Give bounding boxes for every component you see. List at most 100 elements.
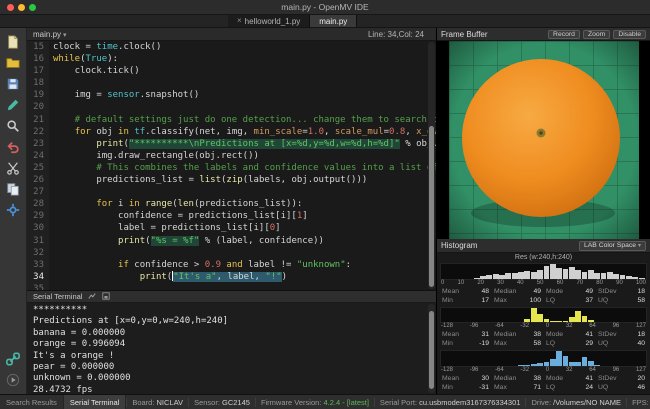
stat-uq: UQ58: [598, 296, 645, 305]
terminal-line: orange = 0.996094: [33, 339, 436, 350]
connect-icon[interactable]: [5, 350, 22, 367]
histogram-resolution: Res (w:240,h:240): [437, 253, 650, 262]
plot-icon[interactable]: [88, 292, 96, 302]
cut-icon[interactable]: [5, 159, 22, 176]
stat-mode: Mode49: [546, 287, 593, 296]
axis-ticks: -128-96-64-320326496127: [440, 367, 647, 374]
stat-uq: UQ46: [598, 383, 645, 392]
line-number: 17: [27, 65, 49, 77]
stat-median: Median49: [494, 287, 541, 296]
camera-frame-orange-on-green: [449, 41, 639, 239]
line-number: 23: [27, 138, 49, 150]
axis-ticks: 0102030405060708090100: [440, 280, 647, 287]
stat-min: Min17: [442, 296, 489, 305]
stat-stdev: StDev18: [598, 287, 645, 296]
stat-max: Max71: [494, 383, 541, 392]
line-number: 35: [27, 283, 49, 290]
code-line: predictions_list = list(zip(labels, obj.…: [53, 174, 436, 186]
status-board: Board: NICLAV: [126, 398, 188, 407]
serial-terminal-title: Serial Terminal: [33, 292, 82, 301]
histogram-plot-a: [440, 307, 647, 324]
status-firmware-version: Firmware Version: 4.2.4 - [latest]: [255, 398, 374, 407]
histogram-channels: 0102030405060708090100Mean48 Median49 Mode…: [437, 262, 650, 394]
search-icon[interactable]: [5, 117, 22, 134]
stat-mode: Mode41: [546, 330, 593, 339]
code-editor[interactable]: 1516171819202122232425262728293031323334…: [27, 41, 436, 290]
line-number: 16: [27, 53, 49, 65]
open-folder-icon[interactable]: [5, 54, 22, 71]
stat-max: Max58: [494, 339, 541, 348]
code-line: img.draw_rectangle(obj.rect()): [53, 150, 436, 162]
side-toolbar: [0, 28, 27, 394]
settings-icon[interactable]: [5, 201, 22, 218]
status-tab-serial-terminal[interactable]: Serial Terminal: [64, 395, 126, 409]
tab-close-icon[interactable]: ×: [237, 17, 242, 25]
line-number: 20: [27, 101, 49, 113]
terminal-scrollbar[interactable]: [428, 304, 435, 393]
code-line: # default settings just do one detection…: [53, 114, 436, 126]
stat-mean: Mean30: [442, 374, 489, 383]
line-number: 30: [27, 222, 49, 234]
document-selector[interactable]: main.py: [27, 30, 67, 39]
tab-label: helloworld_1.py: [245, 17, 301, 26]
frame-buffer-view[interactable]: [437, 41, 650, 239]
code-line: [53, 247, 436, 259]
serial-terminal-panel: Serial Terminal **********Predictions at…: [27, 290, 436, 394]
editor-toolbar: main.py Line: 34,Col: 24: [27, 28, 436, 41]
tab-bar: ×helloworld_1.py main.py: [0, 15, 650, 28]
stat-mean: Mean48: [442, 287, 489, 296]
save-log-icon[interactable]: [102, 292, 110, 302]
side-toolbar-bottom: [5, 348, 22, 390]
editor-scrollbar-thumb[interactable]: [429, 126, 434, 287]
start-icon[interactable]: [5, 371, 22, 388]
line-number: 22: [27, 126, 49, 138]
copy-icon[interactable]: [5, 180, 22, 197]
record-button[interactable]: Record: [548, 30, 580, 39]
stat-lq: LQ24: [546, 383, 593, 392]
terminal-line: pear = 0.000000: [33, 362, 436, 373]
save-icon[interactable]: [5, 75, 22, 92]
terminal-scrollbar-thumb[interactable]: [429, 311, 434, 389]
serial-terminal-header: Serial Terminal: [27, 291, 436, 303]
line-number: 31: [27, 235, 49, 247]
line-number: 26: [27, 174, 49, 186]
tab-main-py[interactable]: main.py: [310, 15, 357, 27]
status-bar: Search ResultsSerial Terminal Board: NIC…: [0, 394, 650, 409]
code-area[interactable]: clock = time.clock()while(True): clock.t…: [49, 41, 436, 290]
undo-icon[interactable]: [5, 138, 22, 155]
line-number: 24: [27, 150, 49, 162]
stat-stdev: StDev20: [598, 374, 645, 383]
chevron-down-icon: [63, 30, 67, 39]
right-panel: Frame Buffer RecordZoomDisable: [437, 28, 650, 394]
line-numbers: 1516171819202122232425262728293031323334…: [27, 41, 49, 290]
tab-helloworld-1-py[interactable]: ×helloworld_1.py: [228, 15, 310, 27]
color-space-select[interactable]: LAB Color Space: [579, 241, 646, 251]
serial-terminal-output[interactable]: **********Predictions at [x=0,y=0,w=240,…: [27, 303, 436, 394]
status-serial-port: Serial Port: cu.usbmodem3167376334301: [374, 398, 526, 407]
zoom-button[interactable]: Zoom: [583, 30, 610, 39]
stat-uq: UQ40: [598, 339, 645, 348]
terminal-line: It's a orange !: [33, 351, 436, 362]
line-number: 15: [27, 41, 49, 53]
line-number: 21: [27, 114, 49, 126]
stat-median: Median38: [494, 374, 541, 383]
histogram-plot-l: [440, 263, 647, 280]
disable-button[interactable]: Disable: [613, 30, 646, 39]
channel-stats: Mean31Median38Mode41StDev18Min-19Max58LQ…: [440, 330, 647, 348]
histogram-plot-b: [440, 350, 647, 367]
status-tab-search-results[interactable]: Search Results: [0, 395, 64, 409]
code-line: print("**********\nPredictions at [x=%d,…: [53, 138, 436, 150]
line-number: 33: [27, 259, 49, 271]
status-sensor: Sensor: GC2145: [188, 398, 255, 407]
edit-icon[interactable]: [5, 96, 22, 113]
title-bar: main.py - OpenMV IDE: [0, 0, 650, 15]
new-file-icon[interactable]: [5, 33, 22, 50]
status-bar-items: Board: NICLAVSensor: GC2145Firmware Vers…: [126, 398, 650, 407]
code-line: # This combines the labels and confidenc…: [53, 162, 436, 174]
editor-scrollbar[interactable]: [428, 42, 435, 289]
line-number: 25: [27, 162, 49, 174]
tab-label: main.py: [319, 17, 347, 26]
stat-lq: LQ29: [546, 339, 593, 348]
line-number: 29: [27, 210, 49, 222]
code-line: confidence = predictions_list[i][1]: [53, 210, 436, 222]
